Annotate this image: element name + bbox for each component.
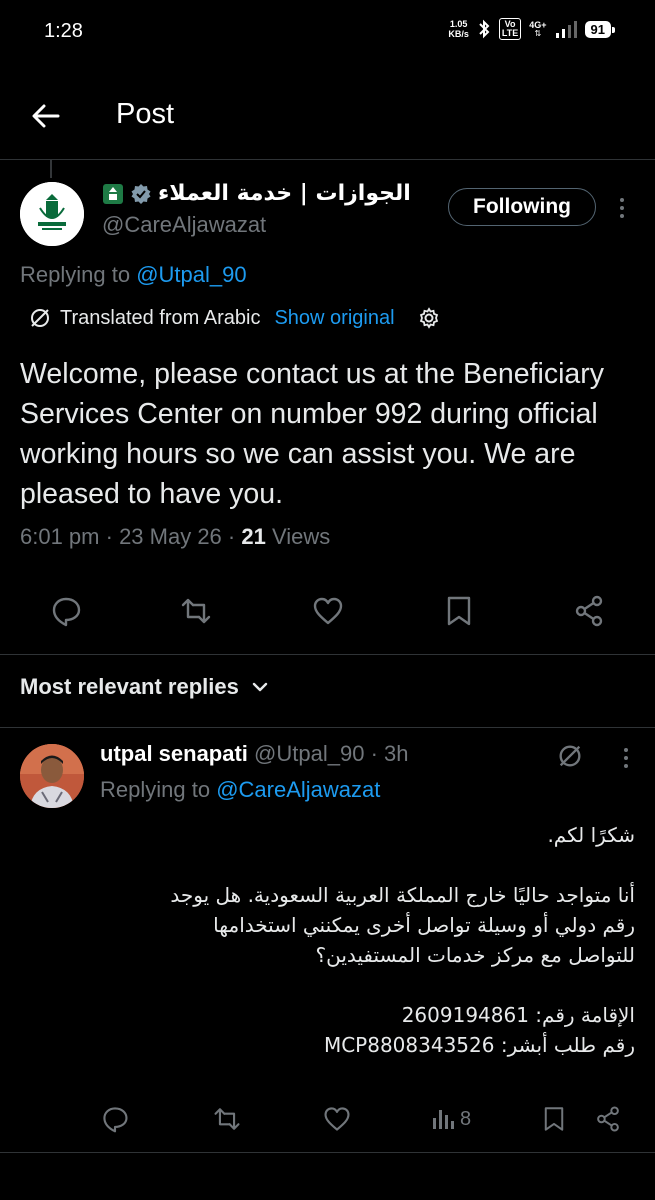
- author-name-text: الجوازات | خدمة العملاء: [158, 181, 411, 206]
- battery-level: 91: [590, 21, 605, 37]
- reply-line: رقم طلب أبشر: MCP8808343526: [323, 1033, 635, 1057]
- reply-author-handle[interactable]: @Utpal_90: [254, 741, 364, 766]
- meta-separator: ·: [99, 524, 120, 549]
- bluetooth-icon: [479, 19, 490, 39]
- translate-icon: [31, 309, 49, 327]
- page-title: Post: [116, 98, 175, 130]
- status-time: 1:28: [44, 20, 83, 42]
- top-nav: Post: [0, 84, 655, 150]
- post-time: 6:01 pm: [20, 524, 100, 549]
- volte-icon: Vo LTE: [498, 18, 522, 40]
- like-icon[interactable]: [322, 1104, 352, 1134]
- meta-separator: ·: [364, 741, 385, 766]
- thread-line: [50, 160, 52, 178]
- replying-to: Replying to @Utpal_90: [20, 262, 247, 288]
- translate-icon[interactable]: [556, 742, 584, 770]
- reply-avatar[interactable]: [20, 744, 84, 808]
- replying-prefix: Replying to: [20, 262, 137, 287]
- network-speed-unit: KB/s: [448, 29, 469, 39]
- back-arrow-icon[interactable]: [28, 98, 64, 134]
- translated-label: Translated from Arabic: [60, 306, 261, 329]
- reply-more-options-icon[interactable]: [620, 743, 632, 773]
- reply-line: أنا متواجد حاليًا خارج المملكة العربية ا…: [170, 883, 635, 907]
- like-icon[interactable]: [311, 594, 345, 628]
- network-speed: 1.05 KB/s: [448, 19, 469, 39]
- following-button[interactable]: Following: [448, 188, 596, 226]
- show-original-link[interactable]: Show original: [274, 307, 394, 330]
- replying-to-link[interactable]: @Utpal_90: [136, 262, 246, 287]
- network-speed-value: 1.05: [449, 19, 468, 29]
- filter-divider: [0, 727, 655, 728]
- author-avatar[interactable]: [20, 182, 84, 246]
- reply-replying-to-link[interactable]: @CareAljawazat: [216, 777, 380, 802]
- reply-replying-to: Replying to @CareAljawazat: [100, 777, 380, 803]
- header-divider: [0, 159, 655, 160]
- reply-age: 3h: [384, 741, 409, 766]
- reply-line: الإقامة رقم: 2609194861: [401, 1003, 635, 1027]
- reply-replying-prefix: Replying to: [100, 777, 217, 802]
- reply-author-name[interactable]: utpal senapati: [100, 741, 248, 766]
- post-views-count[interactable]: 21: [241, 524, 265, 549]
- more-options-icon[interactable]: [616, 193, 628, 223]
- reply-icon[interactable]: [100, 1104, 130, 1134]
- reply-line: شكرًا لكم.: [547, 823, 635, 847]
- verified-badge-icon: [131, 183, 151, 204]
- bookmark-icon[interactable]: [442, 594, 476, 628]
- volte-bottom: LTE: [501, 28, 519, 38]
- status-bar: 1:28 1.05 KB/s Vo LTE 4G+ ⇅ 91: [0, 0, 655, 64]
- reply-text: شكرًا لكم. أنا متواجد حاليًا خارج المملك…: [95, 820, 635, 1060]
- reply-actions: [0, 1104, 655, 1138]
- data-arrows-icon: ⇅: [534, 29, 542, 38]
- reply-header: utpal senapati @Utpal_90 · 3h: [100, 741, 409, 767]
- actions-divider: [0, 654, 655, 655]
- author-handle[interactable]: @CareAljawazat: [102, 212, 266, 238]
- translation-bar: Translated from Arabic Show original: [28, 306, 441, 330]
- reply-spacer: [95, 970, 635, 1000]
- reply-avatar-photo: [20, 744, 84, 808]
- reply-spacer: [95, 850, 635, 880]
- post-actions: [0, 594, 655, 634]
- post-views-label: Views: [271, 524, 331, 549]
- reply-line: رقم دولي أو وسيلة تواصل أخرى يمكنني استخ…: [213, 913, 635, 937]
- author-name[interactable]: الجوازات | خدمة العملاء: [102, 181, 411, 206]
- gear-icon[interactable]: [417, 306, 441, 330]
- jawazat-logo: [20, 182, 84, 246]
- reply-icon[interactable]: [49, 594, 83, 628]
- chevron-down-icon: [252, 682, 268, 692]
- views-icon[interactable]: [430, 1104, 458, 1132]
- replies-sort-label: Most relevant replies: [20, 674, 239, 699]
- status-icons: 1.05 KB/s Vo LTE 4G+ ⇅ 91: [448, 18, 616, 40]
- signal-icon: [555, 21, 577, 38]
- meta-separator: ·: [221, 524, 242, 549]
- replies-sort-dropdown[interactable]: Most relevant replies: [20, 674, 269, 700]
- reply-views-count: 8: [460, 1108, 472, 1130]
- retweet-icon[interactable]: [212, 1104, 242, 1134]
- battery-icon: 91: [584, 20, 616, 38]
- reply-divider: [0, 1152, 655, 1153]
- network-type: 4G+ ⇅: [529, 20, 546, 38]
- reply-line: للتواصل مع مركز خدمات المستفيدين؟: [315, 943, 635, 967]
- share-icon[interactable]: [572, 594, 606, 628]
- share-icon[interactable]: [594, 1104, 622, 1134]
- post-meta: 6:01 pm · 23 May 26 · 21 Views: [20, 524, 330, 550]
- government-badge-icon: [103, 183, 123, 204]
- post-text: Welcome, please contact us at the Benefi…: [20, 358, 605, 510]
- post-date: 23 May 26: [119, 524, 222, 549]
- bookmark-icon[interactable]: [540, 1104, 568, 1134]
- retweet-icon[interactable]: [179, 594, 213, 628]
